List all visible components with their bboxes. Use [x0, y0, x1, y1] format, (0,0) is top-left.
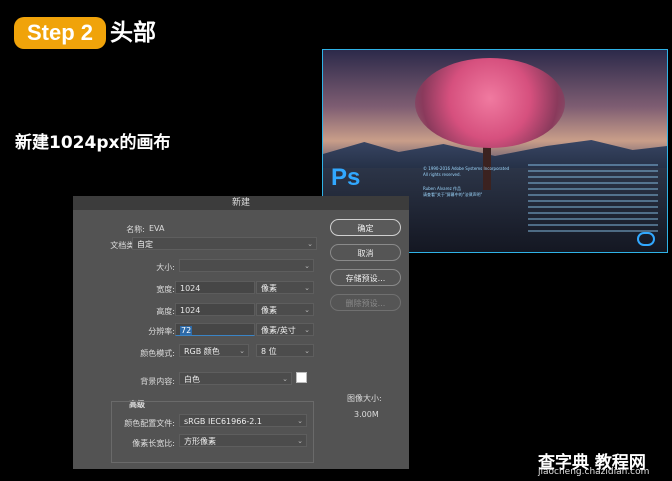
size-label: 大小:	[156, 263, 175, 272]
resolution-value: 72	[180, 326, 193, 335]
doctype-value: 自定	[137, 240, 153, 249]
section-title: 头部	[110, 20, 156, 46]
chevron-down-icon: ⌄	[297, 417, 303, 425]
colormode-select[interactable]: RGB 颜色 ⌄	[179, 344, 249, 357]
name-label: 名称:	[126, 225, 145, 234]
watermark-url: jiaocheng.chazidian.com	[538, 467, 650, 477]
colormode-value: RGB 颜色	[184, 347, 220, 356]
copyright-line: All rights reserved.	[423, 172, 461, 177]
width-unit-select[interactable]: 像素 ⌄	[256, 281, 314, 294]
height-unit-select[interactable]: 像素 ⌄	[256, 303, 314, 316]
chevron-down-icon: ⌄	[304, 262, 310, 270]
image-size-value: 3.00M	[354, 410, 379, 419]
aspect-select[interactable]: 方形像素 ⌄	[179, 434, 307, 447]
height-unit-value: 像素	[261, 306, 277, 315]
splash-copyright: © 1990-2016 Adobe Systems Incorporated A…	[423, 166, 518, 198]
delete-preset-button: 删除预设...	[330, 294, 401, 311]
chevron-down-icon: ⌄	[282, 375, 288, 383]
height-label: 高度:	[156, 307, 175, 316]
bitdepth-value: 8 位	[261, 347, 277, 356]
splash-credits	[528, 164, 658, 234]
chevron-down-icon: ⌄	[304, 347, 310, 355]
subtitle: 新建1024px的画布	[15, 133, 171, 153]
doctype-select[interactable]: 自定 ⌄	[132, 237, 317, 250]
profile-value: sRGB IEC61966-2.1	[184, 417, 263, 426]
advanced-section	[111, 401, 314, 463]
width-unit-value: 像素	[261, 284, 277, 293]
chevron-down-icon: ⌄	[297, 437, 303, 445]
aspect-label: 像素长宽比:	[132, 439, 175, 448]
resolution-input[interactable]: 72	[175, 323, 255, 336]
pink-tree-image	[415, 58, 565, 148]
colormode-label: 颜色模式:	[140, 349, 175, 358]
step-badge: Step 2	[14, 17, 106, 49]
chevron-down-icon: ⌄	[304, 326, 310, 334]
background-value: 白色	[184, 375, 200, 384]
height-input[interactable]: 1024	[175, 303, 255, 316]
chevron-down-icon: ⌄	[239, 347, 245, 355]
profile-label: 颜色配置文件:	[124, 419, 175, 428]
size-select: ⌄	[179, 259, 314, 272]
image-size-label: 图像大小:	[347, 394, 382, 403]
background-color-swatch[interactable]	[296, 372, 307, 383]
artist-line: 请查看"关于"屏幕中的"法律声明"	[423, 192, 483, 197]
chevron-down-icon: ⌄	[307, 240, 313, 248]
resolution-unit-select[interactable]: 像素/英寸 ⌄	[256, 323, 314, 336]
ps-logo-icon: Ps	[331, 164, 361, 191]
resolution-unit-value: 像素/英寸	[261, 326, 296, 335]
dialog-title: 新建	[73, 196, 409, 210]
name-value[interactable]: EVA	[149, 224, 165, 233]
ok-button[interactable]: 确定	[330, 219, 401, 236]
aspect-value: 方形像素	[184, 437, 216, 446]
background-label: 背景内容:	[140, 377, 175, 386]
creative-cloud-icon	[637, 232, 655, 246]
bitdepth-select[interactable]: 8 位 ⌄	[256, 344, 314, 357]
width-input[interactable]: 1024	[175, 281, 255, 294]
width-label: 宽度:	[156, 285, 175, 294]
cancel-button[interactable]: 取消	[330, 244, 401, 261]
profile-select[interactable]: sRGB IEC61966-2.1 ⌄	[179, 414, 307, 427]
chevron-down-icon: ⌄	[304, 306, 310, 314]
chevron-down-icon: ⌄	[304, 284, 310, 292]
new-document-dialog: 新建 名称: EVA 文档类型: 自定 ⌄ 大小: ⌄ 宽度: 1024 像素 …	[73, 196, 409, 469]
save-preset-button[interactable]: 存储预设...	[330, 269, 401, 286]
background-select[interactable]: 白色 ⌄	[179, 372, 292, 385]
resolution-label: 分辨率:	[148, 327, 175, 336]
